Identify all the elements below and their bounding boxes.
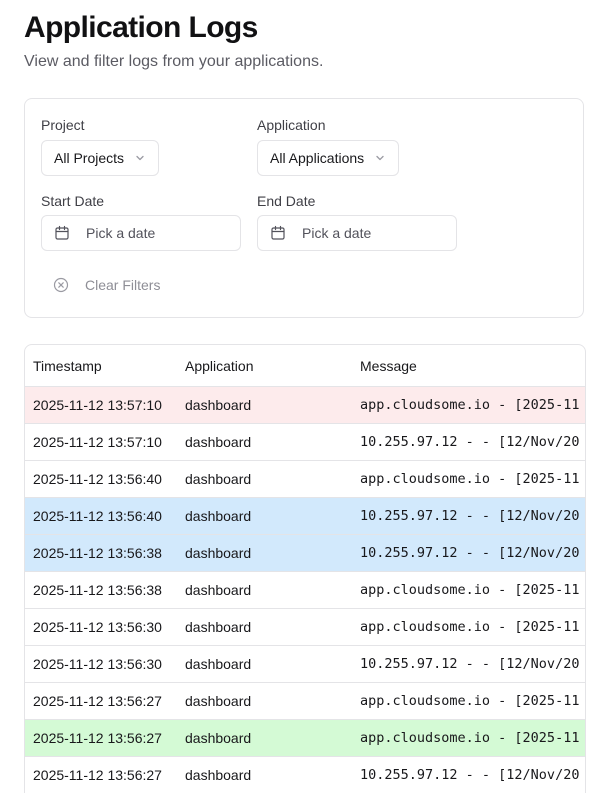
project-label: Project bbox=[41, 117, 85, 133]
cell-timestamp: 2025-11-12 13:56:27 bbox=[25, 719, 177, 757]
cell-message: 10.255.97.12 - - [12/Nov/20 bbox=[352, 497, 585, 535]
table-row[interactable]: 2025-11-12 13:56:38 dashboard app.clouds… bbox=[25, 571, 585, 609]
logs-table: Timestamp Application Message 2025-11-12… bbox=[24, 344, 586, 793]
page-title: Application Logs bbox=[24, 11, 258, 44]
cell-message: app.cloudsome.io - [2025-11 bbox=[352, 571, 585, 609]
cell-application: dashboard bbox=[177, 386, 352, 424]
cell-message: app.cloudsome.io - [2025-11 bbox=[352, 386, 585, 424]
column-header-message[interactable]: Message bbox=[352, 345, 585, 387]
end-date-placeholder: Pick a date bbox=[302, 225, 372, 241]
table-row[interactable]: 2025-11-12 13:57:10 dashboard 10.255.97.… bbox=[25, 423, 585, 461]
cell-application: dashboard bbox=[177, 571, 352, 609]
filters-card: Project All Projects Application All App… bbox=[24, 98, 584, 318]
cell-timestamp: 2025-11-12 13:56:38 bbox=[25, 534, 177, 572]
cell-message: app.cloudsome.io - [2025-11 bbox=[352, 608, 585, 646]
cell-message: app.cloudsome.io - [2025-11 bbox=[352, 682, 585, 720]
cell-application: dashboard bbox=[177, 423, 352, 461]
clear-filters-label: Clear Filters bbox=[85, 277, 161, 293]
cell-timestamp: 2025-11-12 13:56:27 bbox=[25, 682, 177, 720]
cell-application: dashboard bbox=[177, 608, 352, 646]
cell-application: dashboard bbox=[177, 682, 352, 720]
cell-timestamp: 2025-11-12 13:56:40 bbox=[25, 460, 177, 498]
chevron-down-icon bbox=[374, 152, 386, 164]
table-row[interactable]: 2025-11-12 13:56:27 dashboard app.clouds… bbox=[25, 682, 585, 720]
cell-timestamp: 2025-11-12 13:56:40 bbox=[25, 497, 177, 535]
cell-application: dashboard bbox=[177, 460, 352, 498]
cell-application: dashboard bbox=[177, 534, 352, 572]
table-row[interactable]: 2025-11-12 13:56:27 dashboard 10.255.97.… bbox=[25, 756, 585, 793]
chevron-down-icon bbox=[134, 152, 146, 164]
end-date-label: End Date bbox=[257, 193, 316, 209]
table-row[interactable]: 2025-11-12 13:56:38 dashboard 10.255.97.… bbox=[25, 534, 585, 572]
table-row[interactable]: 2025-11-12 13:56:40 dashboard app.clouds… bbox=[25, 460, 585, 498]
calendar-icon bbox=[270, 225, 286, 241]
cell-message: app.cloudsome.io - [2025-11 bbox=[352, 719, 585, 757]
application-label: Application bbox=[257, 117, 326, 133]
column-header-application[interactable]: Application bbox=[177, 345, 352, 387]
cell-timestamp: 2025-11-12 13:56:30 bbox=[25, 608, 177, 646]
cell-timestamp: 2025-11-12 13:57:10 bbox=[25, 386, 177, 424]
start-date-picker[interactable]: Pick a date bbox=[41, 215, 241, 251]
cell-application: dashboard bbox=[177, 756, 352, 793]
cell-application: dashboard bbox=[177, 719, 352, 757]
circle-x-icon bbox=[53, 277, 69, 293]
cell-application: dashboard bbox=[177, 497, 352, 535]
table-row[interactable]: 2025-11-12 13:56:40 dashboard 10.255.97.… bbox=[25, 497, 585, 535]
cell-message: 10.255.97.12 - - [12/Nov/20 bbox=[352, 756, 585, 793]
end-date-picker[interactable]: Pick a date bbox=[257, 215, 457, 251]
calendar-icon bbox=[54, 225, 70, 241]
cell-timestamp: 2025-11-12 13:56:30 bbox=[25, 645, 177, 683]
start-date-label: Start Date bbox=[41, 193, 105, 209]
cell-message: 10.255.97.12 - - [12/Nov/20 bbox=[352, 534, 585, 572]
cell-timestamp: 2025-11-12 13:57:10 bbox=[25, 423, 177, 461]
page-subtitle: View and filter logs from your applicati… bbox=[24, 53, 324, 70]
cell-application: dashboard bbox=[177, 645, 352, 683]
column-header-timestamp[interactable]: Timestamp bbox=[25, 345, 177, 387]
project-select[interactable]: All Projects bbox=[41, 140, 160, 176]
clear-filters-button[interactable]: Clear Filters bbox=[41, 269, 172, 301]
application-select-value: All Applications bbox=[270, 150, 365, 166]
table-row[interactable]: 2025-11-12 13:56:30 dashboard app.clouds… bbox=[25, 608, 585, 646]
table-row[interactable]: 2025-11-12 13:57:10 dashboard app.clouds… bbox=[25, 386, 585, 424]
start-date-placeholder: Pick a date bbox=[86, 225, 156, 241]
cell-message: 10.255.97.12 - - [12/Nov/20 bbox=[352, 645, 585, 683]
cell-message: 10.255.97.12 - - [12/Nov/20 bbox=[352, 423, 585, 461]
project-select-value: All Projects bbox=[54, 150, 125, 166]
cell-timestamp: 2025-11-12 13:56:27 bbox=[25, 756, 177, 793]
table-row[interactable]: 2025-11-12 13:56:30 dashboard 10.255.97.… bbox=[25, 645, 585, 683]
application-select[interactable]: All Applications bbox=[257, 140, 400, 176]
cell-timestamp: 2025-11-12 13:56:38 bbox=[25, 571, 177, 609]
cell-message: app.cloudsome.io - [2025-11 bbox=[352, 460, 585, 498]
table-header-row: Timestamp Application Message bbox=[25, 345, 585, 387]
table-row[interactable]: 2025-11-12 13:56:27 dashboard app.clouds… bbox=[25, 719, 585, 757]
